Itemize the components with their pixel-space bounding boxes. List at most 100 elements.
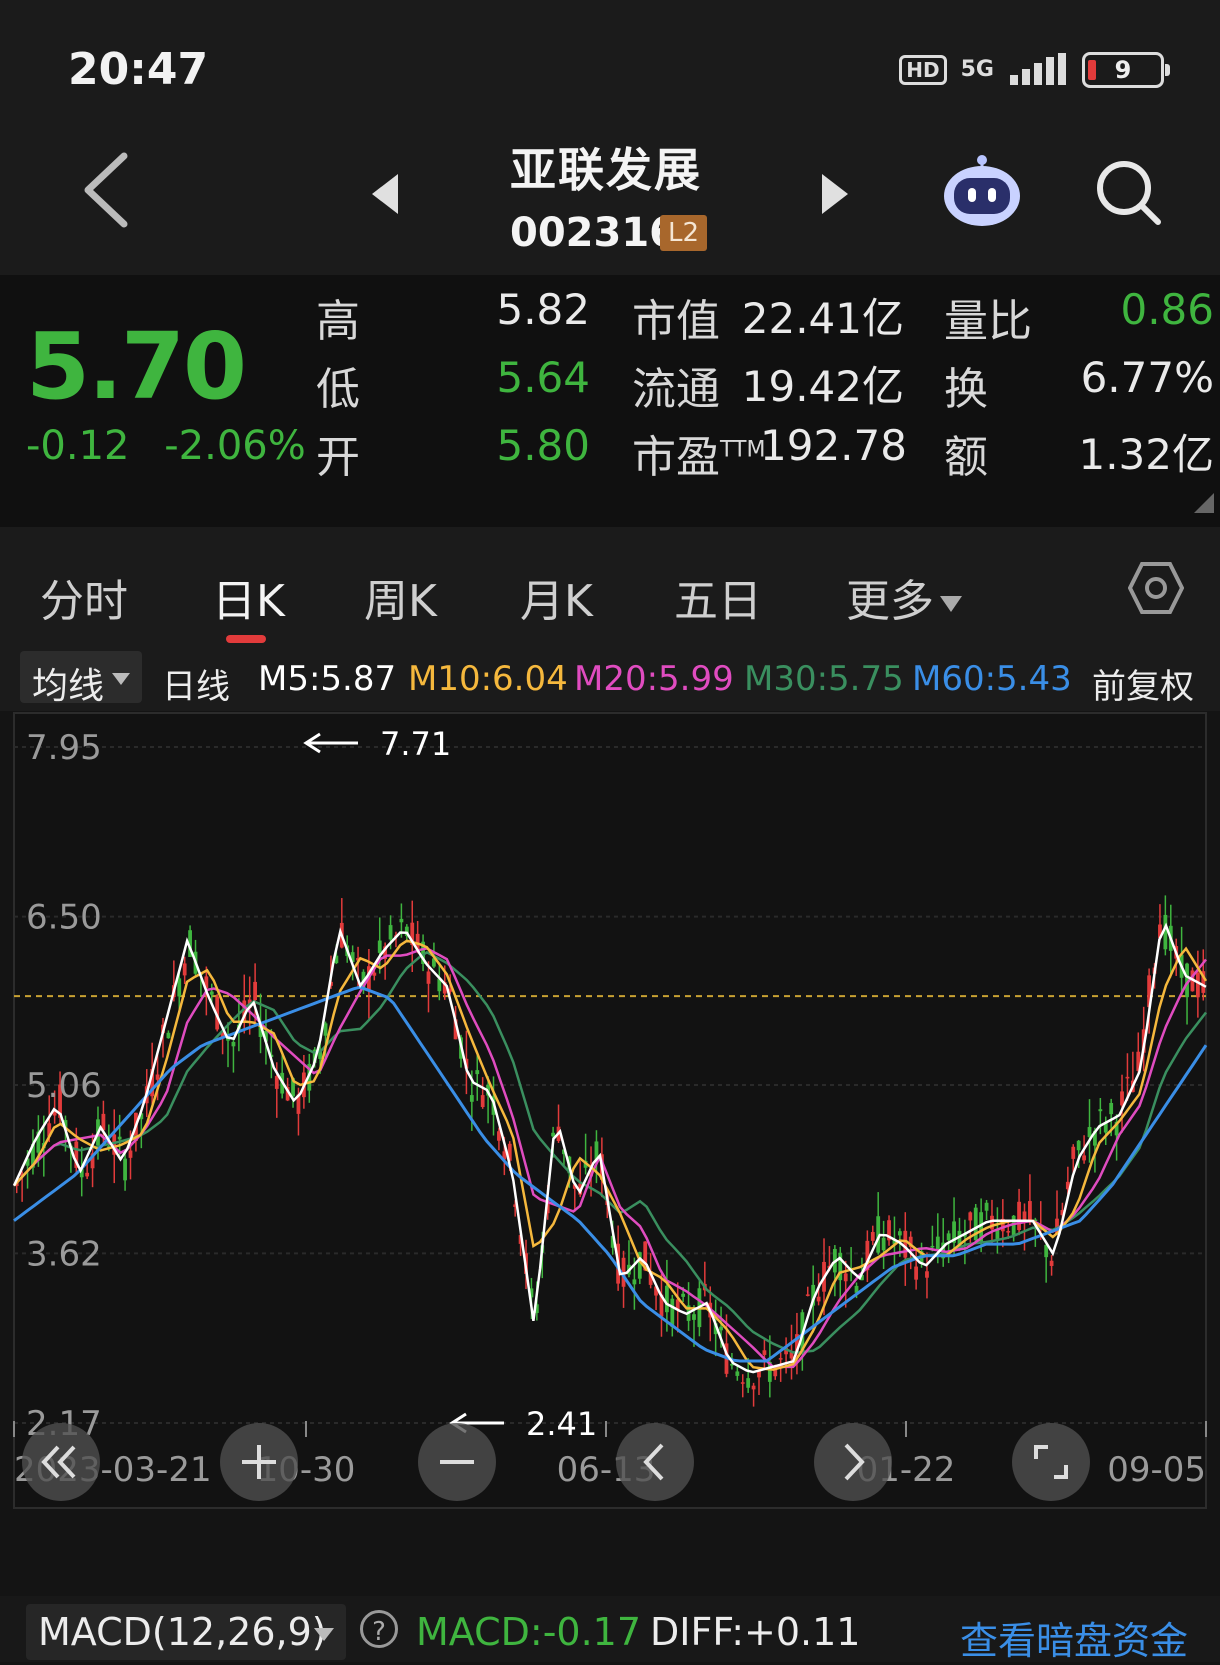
mcap-label: 市值 <box>632 296 720 347</box>
hd-icon: HD <box>899 55 947 85</box>
high-label: 高 <box>316 296 360 347</box>
candle-body <box>426 971 431 984</box>
candle-body <box>497 1131 501 1141</box>
candle-body <box>480 1095 485 1107</box>
candle-body <box>123 1158 127 1181</box>
macd-row: MACD(12,26,9) ? MACD:-0.17 DIFF:+0.11 查看… <box>0 1596 1220 1665</box>
y-tick-label: 6.50 <box>26 898 102 938</box>
min-price-label: 2.41 <box>526 1405 597 1443</box>
prev-stock-icon[interactable] <box>368 172 402 216</box>
candle-body <box>925 1271 929 1278</box>
level2-badge: L2 <box>660 215 708 251</box>
next-stock-icon[interactable] <box>818 172 852 216</box>
candle-body <box>816 1296 821 1302</box>
candle-body <box>1028 1201 1032 1222</box>
current-price: 5.70 <box>26 313 247 420</box>
indicator-select[interactable]: 均线 <box>20 651 142 707</box>
chevron-left-icon <box>643 1443 664 1481</box>
candle-body <box>670 1298 675 1327</box>
zoom-out-button[interactable] <box>418 1423 496 1501</box>
change-percent: -2.06% <box>164 423 306 469</box>
candle-body <box>881 1237 886 1251</box>
status-icons: HD 5G 9 <box>899 52 1170 88</box>
candle-body <box>1125 1076 1130 1079</box>
pe-ttm-sup: TTM <box>720 437 766 463</box>
tab-five-day[interactable]: 五日 <box>674 565 762 629</box>
candle-body <box>388 925 393 940</box>
expand-corner-icon[interactable] <box>1194 493 1214 513</box>
battery-level: 9 <box>1114 56 1132 84</box>
mcap-value: 22.41亿 <box>741 294 904 343</box>
candle-body <box>85 1172 90 1177</box>
candle-body <box>128 1150 133 1158</box>
active-tab-indicator <box>226 635 266 643</box>
stock-name: 亚联发展 <box>510 143 702 197</box>
candle-body <box>1082 1155 1086 1161</box>
candle-body <box>914 1266 919 1280</box>
low-value: 5.64 <box>496 353 590 402</box>
candle-body <box>1195 972 1200 998</box>
battery-icon: 9 <box>1082 52 1170 88</box>
candle-body <box>968 1212 973 1221</box>
candle-body <box>946 1233 951 1241</box>
chevron-down-icon <box>112 673 130 685</box>
dark-pool-link[interactable]: 查看暗盘资金 <box>960 1610 1188 1665</box>
y-tick-label: 3.62 <box>26 1234 102 1274</box>
clock: 20:47 <box>68 44 209 95</box>
chevron-down-icon <box>940 596 962 612</box>
k-line-chart[interactable]: 7.956.505.063.622.172023-03-2110-3006-13… <box>0 711 1220 1511</box>
candle-body <box>843 1273 848 1282</box>
fast-back-button[interactable] <box>22 1423 100 1501</box>
scroll-next-button[interactable] <box>814 1423 892 1501</box>
candle-body <box>762 1350 767 1355</box>
candle-body <box>475 1070 480 1075</box>
candle-body <box>399 918 404 923</box>
chevron-right-icon <box>844 1443 865 1481</box>
tab-monthly-k[interactable]: 月K <box>520 565 593 629</box>
candle-body <box>984 1202 989 1211</box>
ma30-value: M30:5.75 <box>744 659 904 699</box>
candle-body <box>166 1032 171 1039</box>
ma10-value: M10:6.04 <box>408 659 568 699</box>
candle-body <box>323 1023 328 1036</box>
price-change: -0.12 -2.06% <box>26 423 328 469</box>
fullscreen-icon <box>1034 1445 1068 1479</box>
plus-icon <box>242 1445 276 1479</box>
tab-intraday[interactable]: 分时 <box>40 565 128 629</box>
help-icon[interactable]: ? <box>360 1610 398 1648</box>
candle-body <box>231 1041 236 1047</box>
price-adjust-label[interactable]: 前复权 <box>1092 659 1194 708</box>
search-icon[interactable] <box>1092 156 1164 228</box>
candle-body <box>870 1232 875 1241</box>
double-chevron-left-icon <box>41 1445 76 1479</box>
open-value: 5.80 <box>496 421 590 470</box>
tab-weekly-k[interactable]: 周K <box>364 565 437 629</box>
tab-daily-k[interactable]: 日K <box>212 565 285 629</box>
quote-panel: 5.70 -0.12 -2.06% 高 低 开 5.82 5.64 5.80 市… <box>0 275 1220 527</box>
candle-body <box>117 1136 122 1140</box>
high-value: 5.82 <box>496 285 590 334</box>
stock-header: 亚联发展 002316 L2 <box>0 120 1220 275</box>
ma20-value: M20:5.99 <box>574 659 734 699</box>
macd-select[interactable]: MACD(12,26,9) <box>26 1604 346 1660</box>
candle-body <box>1049 1260 1054 1266</box>
volume-ratio-label: 量比 <box>944 296 1032 347</box>
candle-body <box>377 940 382 953</box>
fullscreen-button[interactable] <box>1012 1423 1090 1501</box>
candle-body <box>1017 1201 1021 1231</box>
pe-value: 192.78 <box>760 421 907 470</box>
candle-body <box>1087 1127 1092 1138</box>
robot-assistant-icon[interactable] <box>940 150 1024 234</box>
y-tick-label: 5.06 <box>26 1066 102 1106</box>
tab-more[interactable]: 更多 <box>846 565 962 629</box>
candle-body <box>551 1132 556 1137</box>
float-value: 19.42亿 <box>741 362 904 411</box>
macd-value: MACD:-0.17 <box>416 1610 642 1654</box>
float-label: 流通 <box>632 364 720 415</box>
max-price-label: 7.71 <box>380 725 451 763</box>
scroll-prev-button[interactable] <box>616 1423 694 1501</box>
settings-hexagon-icon[interactable] <box>1128 560 1184 616</box>
zoom-in-button[interactable] <box>220 1423 298 1501</box>
back-arrow-icon[interactable] <box>78 150 138 230</box>
candle-body <box>253 981 258 1001</box>
